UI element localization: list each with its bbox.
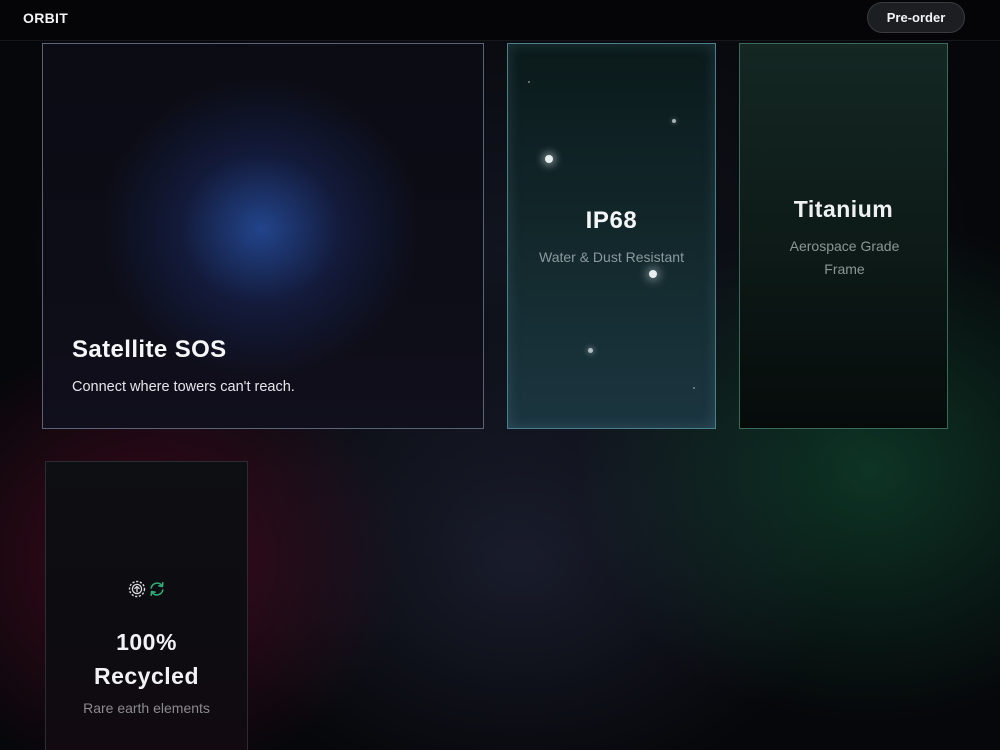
card-title-line: Recycled xyxy=(93,663,199,689)
recycled-icons xyxy=(128,580,168,598)
water-droplet-particle xyxy=(649,270,657,278)
water-droplet-particle xyxy=(693,387,695,389)
ip68-card: IP68 Water & Dust Resistant xyxy=(507,43,716,429)
satellite-sos-card: Satellite SOS Connect where towers can't… xyxy=(42,43,484,429)
page: ORBIT Pre-order Satellite SOS Connect wh… xyxy=(0,0,1000,750)
card-title: Satellite SOS xyxy=(72,336,227,363)
brand-logo[interactable]: ORBIT xyxy=(23,10,68,26)
titanium-card: Titanium Aerospace Grade Frame xyxy=(739,43,948,429)
card-title: IP68 xyxy=(585,207,638,234)
preorder-button[interactable]: Pre-order xyxy=(867,2,965,33)
card-subtitle: Water & Dust Resistant xyxy=(539,249,684,265)
water-droplet-particle xyxy=(528,81,530,83)
card-subtitle: Rare earth elements xyxy=(83,700,210,716)
card-subtitle: Connect where towers can't reach. xyxy=(72,379,295,395)
card-title-line: 100% xyxy=(116,629,177,655)
water-droplet-particle xyxy=(545,155,553,163)
top-navigation-bar: ORBIT Pre-order xyxy=(0,0,1000,41)
water-droplet-particle xyxy=(672,119,676,123)
water-droplet-particle xyxy=(588,348,593,353)
upload-circle-icon xyxy=(128,580,146,598)
card-subtitle: Aerospace Grade Frame xyxy=(789,238,900,277)
recycle-arrows-icon xyxy=(148,580,166,598)
card-title: Titanium xyxy=(793,196,894,222)
card-title: 100% Recycled xyxy=(46,625,247,693)
recycled-card: 100% Recycled Rare earth elements xyxy=(45,461,248,750)
